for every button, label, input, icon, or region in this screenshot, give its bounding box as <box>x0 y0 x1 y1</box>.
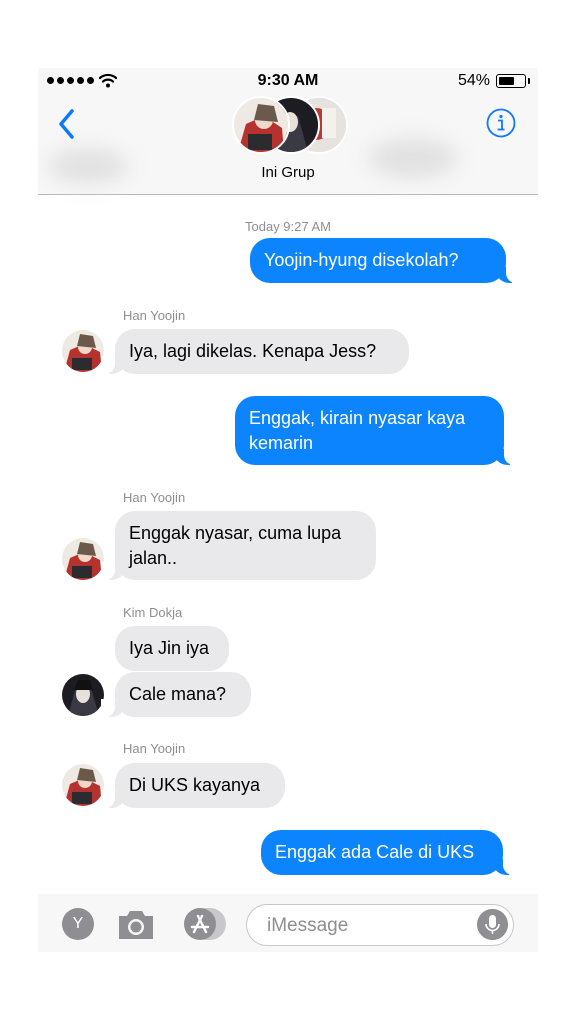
outgoing-message[interactable]: Enggak ada Cale di UKS <box>261 830 517 875</box>
message-input-bar: Y iMessage <box>38 894 538 952</box>
battery-icon <box>496 74 530 88</box>
sender-name: Han Yoojin <box>123 741 186 756</box>
info-icon[interactable] <box>486 108 516 138</box>
incoming-message[interactable]: Di UKS kayanya <box>101 763 285 808</box>
incoming-message[interactable]: Enggak nyasar, cuma lupa jalan.. <box>101 511 376 580</box>
sender-avatar[interactable] <box>62 674 104 716</box>
back-chevron-icon[interactable] <box>56 108 78 140</box>
incoming-message[interactable]: Iya, lagi dikelas. Kenapa Jess? <box>101 329 409 374</box>
message-text: Enggak, kirain nyasar kaya kemarin <box>249 408 466 453</box>
app-store-icon[interactable] <box>180 908 226 940</box>
y-app-button[interactable]: Y <box>62 908 94 940</box>
message-text: Iya Jin iya <box>129 638 210 658</box>
imessage-input[interactable]: iMessage <box>246 904 514 946</box>
message-text: Enggak ada Cale di UKS <box>275 842 475 862</box>
incoming-message[interactable]: Cale mana? <box>101 672 251 717</box>
battery-percentage: 54% <box>457 72 490 89</box>
group-avatar-1 <box>232 96 290 154</box>
group-avatars[interactable] <box>232 96 348 154</box>
message-text: Di UKS kayanya <box>129 775 261 795</box>
status-bar: 9:30 AM 54% <box>38 68 538 94</box>
sender-avatar[interactable] <box>62 538 104 580</box>
message-text: Cale mana? <box>129 684 227 704</box>
sender-avatar[interactable] <box>62 330 104 372</box>
sender-name: Han Yoojin <box>123 308 186 323</box>
incoming-message[interactable]: Iya Jin iya <box>115 626 229 671</box>
outgoing-message[interactable]: Enggak, kirain nyasar kaya kemarin <box>235 396 518 465</box>
message-text: Yoojin-hyung disekolah? <box>264 250 459 270</box>
group-name[interactable]: Ini Grup <box>38 164 538 181</box>
microphone-icon[interactable] <box>477 909 508 940</box>
sender-name: Han Yoojin <box>123 490 186 505</box>
camera-icon[interactable] <box>116 906 156 942</box>
message-text: Enggak nyasar, cuma lupa jalan.. <box>129 523 342 568</box>
message-text: Iya, lagi dikelas. Kenapa Jess? <box>129 341 377 361</box>
conversation-header: 9:30 AM 54% Ini Grup <box>38 68 538 195</box>
imessage-placeholder: iMessage <box>267 915 349 936</box>
messages-screen: 9:30 AM 54% Ini Grup Today 9:27 AM Yooji… <box>38 68 538 952</box>
sender-name: Kim Dokja <box>123 605 183 620</box>
sender-avatar[interactable] <box>62 764 104 806</box>
outgoing-message[interactable]: Yoojin-hyung disekolah? <box>250 238 520 283</box>
conversation-timestamp: Today 9:27 AM <box>245 219 331 234</box>
